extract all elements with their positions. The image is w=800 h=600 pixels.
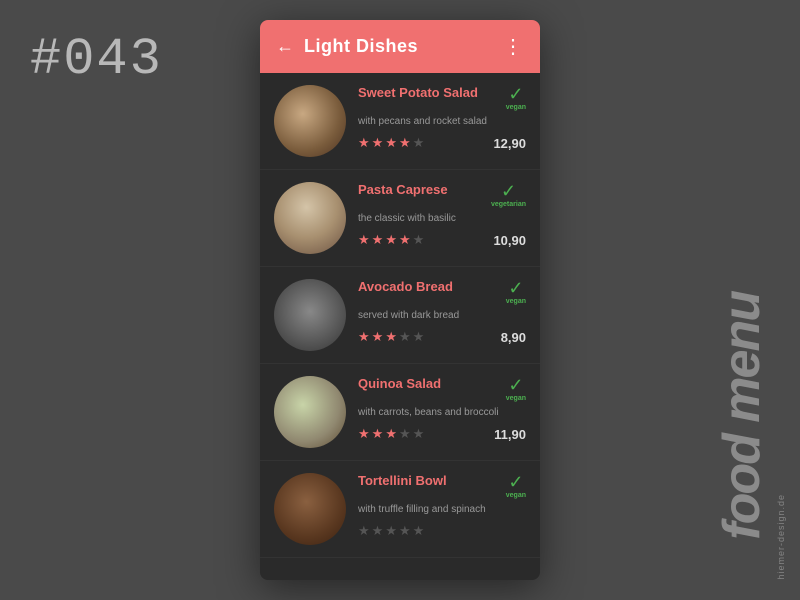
item-name: Pasta Caprese (358, 182, 448, 197)
brand-text: food menu (712, 292, 772, 540)
list-item[interactable]: Sweet Potato Salad ✓ vegan with pecans a… (260, 73, 540, 170)
vegan-icon: ✓ (508, 279, 523, 297)
star-empty: ★ (372, 523, 384, 539)
item-bottom: ★★★★★ 11,90 (358, 426, 526, 442)
item-image (274, 376, 346, 448)
item-price: 11,90 (494, 427, 526, 442)
item-details: Sweet Potato Salad ✓ vegan with pecans a… (358, 85, 526, 151)
item-details: Pasta Caprese ✓ vegetarian the classic w… (358, 182, 526, 248)
star-empty: ★ (413, 329, 425, 345)
item-description: with truffle filling and spinach (358, 503, 526, 517)
rating-stars: ★★★★★ (358, 135, 424, 151)
item-bottom: ★★★★★ 12,90 (358, 135, 526, 151)
diet-label: vegetarian (491, 201, 526, 208)
star-filled: ★ (385, 232, 397, 248)
diet-badge: ✓ vegan (506, 85, 526, 111)
item-name: Avocado Bread (358, 279, 453, 294)
item-name: Tortellini Bowl (358, 473, 447, 488)
watermark: hiemer-design.de (776, 494, 786, 580)
diet-badge: ✓ vegan (506, 376, 526, 402)
diet-badge: ✓ vegetarian (491, 182, 526, 208)
item-details: Tortellini Bowl ✓ vegan with truffle fil… (358, 473, 526, 539)
star-empty: ★ (413, 232, 425, 248)
rating-stars: ★★★★★ (358, 232, 424, 248)
vegan-icon: ✓ (508, 473, 523, 491)
item-description: with carrots, beans and broccoli (358, 406, 526, 420)
star-empty: ★ (399, 523, 411, 539)
star-filled: ★ (372, 232, 384, 248)
star-filled: ★ (358, 329, 370, 345)
item-description: served with dark bread (358, 309, 526, 323)
item-image (274, 279, 346, 351)
app-header: ← Light Dishes ⋮ (260, 20, 540, 73)
diet-label: vegan (506, 395, 526, 402)
star-filled: ★ (385, 135, 397, 151)
item-top: Sweet Potato Salad ✓ vegan (358, 85, 526, 111)
item-top: Avocado Bread ✓ vegan (358, 279, 526, 305)
item-price: 8,90 (501, 330, 526, 345)
list-item[interactable]: Avocado Bread ✓ vegan served with dark b… (260, 267, 540, 364)
item-image (274, 85, 346, 157)
diet-label: vegan (506, 492, 526, 499)
star-filled: ★ (358, 426, 370, 442)
item-bottom: ★★★★★ 8,90 (358, 329, 526, 345)
item-name: Sweet Potato Salad (358, 85, 478, 100)
item-price: 12,90 (493, 136, 526, 151)
item-image (274, 182, 346, 254)
item-top: Pasta Caprese ✓ vegetarian (358, 182, 526, 208)
vegan-icon: ✓ (501, 182, 516, 200)
item-description: with pecans and rocket salad (358, 115, 526, 129)
star-empty: ★ (413, 426, 425, 442)
star-empty: ★ (358, 523, 370, 539)
star-filled: ★ (372, 135, 384, 151)
rating-stars: ★★★★★ (358, 426, 424, 442)
item-bottom: ★★★★★ 10,90 (358, 232, 526, 248)
star-filled: ★ (358, 232, 370, 248)
star-filled: ★ (358, 135, 370, 151)
item-name: Quinoa Salad (358, 376, 441, 391)
back-button[interactable]: ← (276, 36, 294, 57)
menu-list: Sweet Potato Salad ✓ vegan with pecans a… (260, 73, 540, 580)
item-details: Quinoa Salad ✓ vegan with carrots, beans… (358, 376, 526, 442)
star-empty: ★ (385, 523, 397, 539)
diet-badge: ✓ vegan (506, 279, 526, 305)
page-title: Light Dishes (304, 36, 418, 57)
item-bottom: ★★★★★ (358, 523, 526, 539)
star-empty: ★ (399, 329, 411, 345)
star-filled: ★ (385, 329, 397, 345)
star-filled: ★ (372, 329, 384, 345)
phone-frame: ← Light Dishes ⋮ Sweet Potato Salad ✓ ve… (260, 20, 540, 580)
list-item[interactable]: Quinoa Salad ✓ vegan with carrots, beans… (260, 364, 540, 461)
list-item[interactable]: Tortellini Bowl ✓ vegan with truffle fil… (260, 461, 540, 558)
item-top: Tortellini Bowl ✓ vegan (358, 473, 526, 499)
header-left: ← Light Dishes (276, 36, 418, 57)
star-filled: ★ (399, 135, 411, 151)
diet-badge: ✓ vegan (506, 473, 526, 499)
item-top: Quinoa Salad ✓ vegan (358, 376, 526, 402)
diet-label: vegan (506, 104, 526, 111)
vegan-icon: ✓ (508, 376, 523, 394)
rating-stars: ★★★★★ (358, 329, 424, 345)
diet-label: vegan (506, 298, 526, 305)
list-item[interactable]: Pasta Caprese ✓ vegetarian the classic w… (260, 170, 540, 267)
item-image (274, 473, 346, 545)
page-number: #043 (30, 30, 163, 89)
star-filled: ★ (372, 426, 384, 442)
item-description: the classic with basilic (358, 212, 526, 226)
more-options-button[interactable]: ⋮ (503, 34, 524, 59)
rating-stars: ★★★★★ (358, 523, 424, 539)
item-details: Avocado Bread ✓ vegan served with dark b… (358, 279, 526, 345)
star-empty: ★ (399, 426, 411, 442)
star-filled: ★ (399, 232, 411, 248)
star-empty: ★ (413, 135, 425, 151)
star-filled: ★ (385, 426, 397, 442)
item-price: 10,90 (493, 233, 526, 248)
star-empty: ★ (413, 523, 425, 539)
vegan-icon: ✓ (508, 85, 523, 103)
